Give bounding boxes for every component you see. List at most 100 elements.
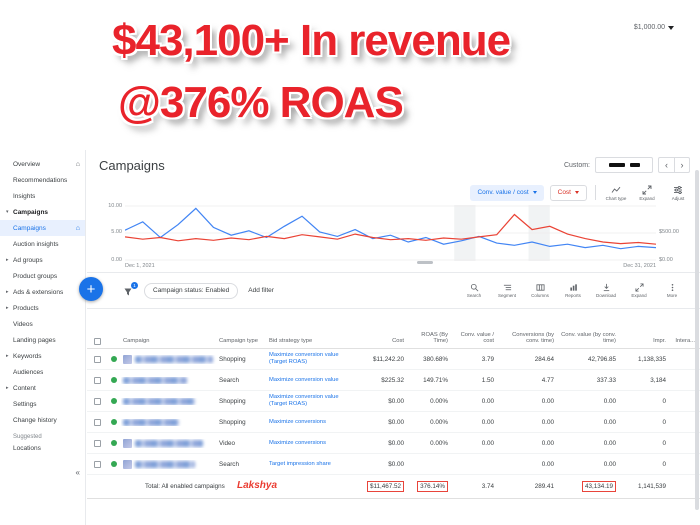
previous-period-button[interactable]: ‹ bbox=[659, 158, 674, 172]
axis-tick: 10.00 bbox=[108, 203, 122, 209]
cell-impr: 0 bbox=[662, 460, 666, 468]
sidebar-item-label: Keywords bbox=[13, 352, 42, 360]
metric-selector-conv-value-cost[interactable]: Conv. value / cost bbox=[470, 184, 544, 201]
metric-selector-cost[interactable]: Cost bbox=[549, 184, 587, 201]
sidebar-item-campaigns[interactable]: Campaigns ⌂ bbox=[0, 220, 85, 236]
status-enabled-dot[interactable] bbox=[111, 398, 117, 404]
table-tool-download[interactable]: Download bbox=[594, 283, 618, 298]
row-checkbox[interactable] bbox=[94, 418, 101, 426]
metric-label: Cost bbox=[557, 189, 571, 196]
table-tool-columns[interactable]: Columns bbox=[528, 283, 552, 298]
cell-bid-strategy[interactable]: Maximize conversions bbox=[267, 440, 359, 447]
campaign-name-cell[interactable] bbox=[121, 459, 217, 469]
chart-tool-chart-type[interactable]: Chart type bbox=[604, 185, 628, 201]
column-header-convvalue[interactable]: Conv. value (by conv. time) bbox=[559, 332, 621, 345]
status-enabled-dot[interactable] bbox=[111, 440, 117, 446]
cell-convvalue: 0.00 bbox=[603, 460, 616, 468]
cell-bid-strategy[interactable]: Maximize conversion value (Target ROAS) bbox=[267, 394, 359, 408]
chart-scrubber-handle[interactable] bbox=[417, 261, 434, 264]
sidebar-item-auction-insights[interactable]: Auction insights bbox=[0, 236, 85, 252]
row-checkbox[interactable] bbox=[94, 355, 101, 363]
cell-bid-strategy[interactable]: Maximize conversions bbox=[267, 419, 359, 426]
campaign-name-cell[interactable] bbox=[121, 418, 217, 426]
column-header-cost[interactable]: Cost bbox=[359, 338, 409, 345]
cell-convvalue: 0.00 bbox=[603, 418, 616, 426]
tool-label: Expand bbox=[631, 293, 647, 298]
cell-bid-strategy[interactable]: Maximize conversion value bbox=[267, 377, 359, 384]
campaign-name-cell[interactable] bbox=[121, 438, 217, 448]
filter-funnel-button[interactable]: 1 bbox=[123, 281, 138, 297]
sidebar-item-overview[interactable]: Overview ⌂ bbox=[0, 156, 85, 172]
status-enabled-dot[interactable] bbox=[111, 461, 117, 467]
campaign-name-cell[interactable] bbox=[121, 397, 217, 405]
cell-bid-strategy[interactable]: Maximize conversion value (Target ROAS) bbox=[267, 352, 359, 366]
home-icon: ⌂ bbox=[75, 224, 80, 232]
chart-tools: Chart type Expand Adjust bbox=[604, 185, 690, 201]
sidebar-item-change-history[interactable]: Change history bbox=[0, 412, 85, 428]
column-header-type[interactable]: Campaign type bbox=[217, 338, 267, 345]
campaign-name-cell[interactable] bbox=[121, 354, 217, 364]
cell-conversions: 0.00 bbox=[541, 418, 554, 426]
sidebar-item-keywords[interactable]: ▸ Keywords bbox=[0, 348, 85, 364]
column-header-bid[interactable]: Bid strategy type bbox=[267, 338, 359, 345]
status-enabled-dot[interactable] bbox=[111, 377, 117, 383]
chart-tool-adjust[interactable]: Adjust bbox=[666, 185, 690, 201]
table-tool-expand[interactable]: Expand bbox=[627, 283, 651, 298]
sidebar-item-videos[interactable]: Videos bbox=[0, 316, 85, 332]
sidebar-item-products[interactable]: ▸ Products bbox=[0, 300, 85, 316]
column-header-conversions[interactable]: Conversions (by conv. time) bbox=[499, 332, 559, 345]
table-row: Search Target impression share $0.00 0.00 0.… bbox=[87, 454, 700, 475]
table-tool-more[interactable]: More bbox=[660, 283, 684, 298]
cell-type: Shopping bbox=[219, 397, 246, 405]
sidebar-item-settings[interactable]: Settings bbox=[0, 396, 85, 412]
sidebar-item-locations[interactable]: Locations bbox=[0, 440, 85, 456]
campaign-thumbnail bbox=[123, 354, 132, 364]
date-pager: ‹ › bbox=[658, 157, 690, 173]
table-tool-reports[interactable]: Reports bbox=[561, 283, 585, 298]
sidebar-item-content[interactable]: ▸ Content bbox=[0, 380, 85, 396]
sidebar-item-ad-groups[interactable]: ▸ Ad groups bbox=[0, 252, 85, 268]
cell-convvalue: 42,796.85 bbox=[587, 355, 616, 363]
chevron-right-icon: ▸ bbox=[6, 385, 9, 391]
cell-type: Search bbox=[219, 460, 239, 468]
sidebar-item-product-groups[interactable]: Product groups bbox=[0, 268, 85, 284]
select-all-checkbox[interactable] bbox=[94, 338, 101, 345]
row-checkbox[interactable] bbox=[94, 460, 101, 468]
campaign-status-filter-chip[interactable]: Campaign status: Enabled bbox=[144, 282, 239, 299]
new-campaign-fab[interactable]: + bbox=[79, 277, 103, 301]
row-checkbox[interactable] bbox=[94, 397, 101, 405]
date-range-picker[interactable] bbox=[595, 157, 653, 173]
table-tool-segment[interactable]: Segment bbox=[495, 283, 519, 298]
table-tool-search[interactable]: Search bbox=[462, 283, 486, 298]
add-filter-button[interactable]: Add filter bbox=[248, 287, 274, 294]
sidebar-item-label: Locations bbox=[13, 444, 41, 452]
tool-label: Search bbox=[466, 293, 482, 298]
table-total-row: Total: All enabled campaigns $11,467.52 37… bbox=[87, 475, 700, 499]
main-content: Campaigns Custom: ‹ › Conv. value / cost bbox=[79, 150, 700, 525]
column-header-impr[interactable]: Impr. bbox=[621, 338, 671, 345]
cell-roas: 0.00% bbox=[430, 439, 448, 447]
sidebar-item-ads-extensions[interactable]: ▸ Ads & extensions bbox=[0, 284, 85, 300]
sidebar-item-insights[interactable]: Insights bbox=[0, 188, 85, 204]
column-header-roas[interactable]: ROAS (By Time) bbox=[409, 332, 453, 345]
vertical-scrollbar[interactable] bbox=[695, 170, 699, 510]
cell-bid-strategy[interactable]: Target impression share bbox=[267, 461, 359, 468]
sidebar-item-landing-pages[interactable]: Landing pages bbox=[0, 332, 85, 348]
campaign-name-cell[interactable] bbox=[121, 376, 217, 384]
sidebar-item-campaigns[interactable]: ▾ Campaigns bbox=[0, 204, 85, 220]
sidebar-collapse-button[interactable]: « bbox=[76, 468, 80, 477]
status-enabled-dot[interactable] bbox=[111, 356, 117, 362]
chevron-right-icon: ▸ bbox=[6, 353, 9, 359]
table-toolbar: Search Segment Columns Reports Download Expan… bbox=[462, 283, 700, 298]
sidebar-item-audiences[interactable]: Audiences bbox=[0, 364, 85, 380]
chart-tool-expand[interactable]: Expand bbox=[635, 185, 659, 201]
sidebar-item-label: Ads & extensions bbox=[13, 288, 64, 296]
next-period-button[interactable]: › bbox=[674, 158, 689, 172]
column-header-campaign[interactable]: Campaign bbox=[121, 338, 217, 345]
status-enabled-dot[interactable] bbox=[111, 419, 117, 425]
row-checkbox[interactable] bbox=[94, 439, 101, 447]
sidebar-item-recommendations[interactable]: Recommendations bbox=[0, 172, 85, 188]
row-checkbox[interactable] bbox=[94, 376, 101, 384]
chart-controls: Conv. value / cost Cost Chart type Expand… bbox=[99, 180, 690, 205]
column-header-cvc[interactable]: Conv. value / cost bbox=[453, 332, 499, 345]
